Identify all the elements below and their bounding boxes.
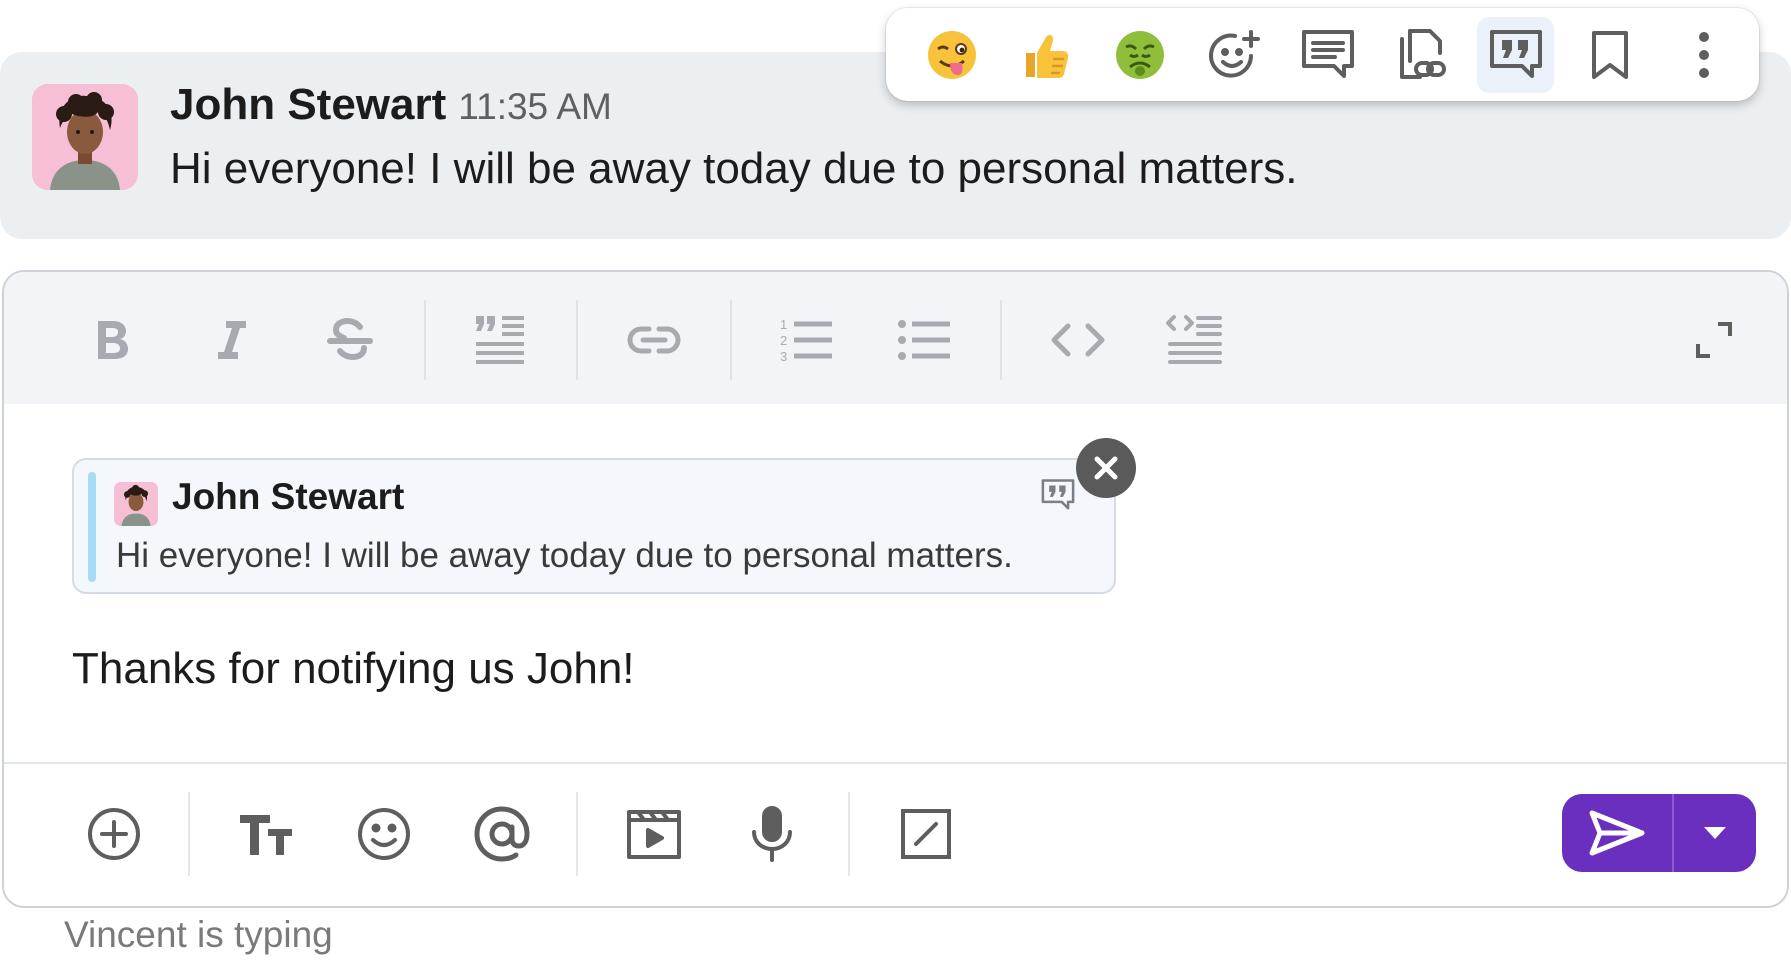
chevron-down-icon <box>1704 827 1726 839</box>
add-reaction-icon <box>1209 29 1261 78</box>
audio-record-button[interactable] <box>740 802 804 866</box>
mention-button[interactable] <box>470 802 534 866</box>
quote-accent-bar <box>88 472 96 582</box>
strikethrough-icon <box>327 317 373 361</box>
quote-text: Hi everyone! I will be away today due to… <box>116 536 1013 575</box>
bulleted-list-icon <box>898 320 950 360</box>
slash-command-icon <box>901 809 951 859</box>
svg-text:2: 2 <box>780 333 787 348</box>
composer-divider <box>4 762 1787 764</box>
link-button[interactable] <box>624 312 684 368</box>
microphone-icon <box>752 806 792 862</box>
thumbs-up-emoji-icon <box>1026 34 1069 78</box>
quoted-message: John Stewart Hi everyone! I will be away… <box>72 458 1116 594</box>
message-header: John Stewart 11:35 AM <box>170 80 612 130</box>
inline-code-button[interactable] <box>1048 312 1108 368</box>
italic-button[interactable] <box>200 312 260 368</box>
toolbar-separator <box>730 300 732 380</box>
smiley-icon <box>358 808 410 860</box>
message-author[interactable]: John Stewart <box>170 80 446 130</box>
link-icon <box>627 326 681 354</box>
video-clip-button[interactable] <box>622 802 686 866</box>
toolbar-separator <box>424 300 426 380</box>
quote-message-button[interactable] <box>1477 16 1555 93</box>
quote-icon <box>1040 478 1076 517</box>
numbered-list-icon: 1 2 3 <box>780 317 832 363</box>
message-timestamp[interactable]: 11:35 AM <box>458 86 612 128</box>
typing-indicator: Vincent is typing <box>64 914 333 955</box>
bookmark-button[interactable] <box>1571 17 1648 93</box>
close-icon <box>1094 456 1118 480</box>
react-winking-tongue-button[interactable] <box>914 17 991 93</box>
toolbar-separator <box>848 792 850 876</box>
text-formatting-button[interactable] <box>234 802 298 866</box>
more-options-button[interactable] <box>1665 17 1742 93</box>
at-sign-icon <box>474 806 530 862</box>
copy-link-button[interactable] <box>1383 17 1460 93</box>
message-actions-bar <box>886 8 1759 101</box>
blockquote-button[interactable] <box>470 312 530 368</box>
expand-composer-button[interactable] <box>1684 312 1744 368</box>
react-sick-face-button[interactable] <box>1102 17 1179 93</box>
send-icon <box>1589 810 1645 856</box>
message-text: Hi everyone! I will be away today due to… <box>170 144 1298 193</box>
emoji-picker-button[interactable] <box>352 802 416 866</box>
slash-command-button[interactable] <box>894 802 958 866</box>
bold-button[interactable] <box>82 312 142 368</box>
quote-author: John Stewart <box>172 476 405 517</box>
toolbar-separator <box>576 792 578 876</box>
more-options-icon <box>1698 31 1709 78</box>
plus-circle-icon <box>88 808 140 860</box>
toolbar-separator <box>1000 300 1002 380</box>
code-block-button[interactable] <box>1164 312 1224 368</box>
svg-text:3: 3 <box>780 349 787 363</box>
sick-face-emoji-icon <box>1116 30 1165 79</box>
italic-icon <box>218 321 246 359</box>
expand-icon <box>1696 322 1732 358</box>
send-options-button[interactable] <box>1674 794 1756 872</box>
svg-text:1: 1 <box>780 317 787 332</box>
text-size-icon <box>240 815 292 855</box>
code-icon <box>1051 323 1105 357</box>
add-reaction-button[interactable] <box>1196 17 1273 93</box>
reply-in-thread-button[interactable] <box>1290 17 1367 93</box>
send-button-group <box>1562 794 1756 872</box>
message-input[interactable]: Thanks for notifying us John! <box>72 644 635 694</box>
author-avatar[interactable] <box>32 84 138 190</box>
blockquote-icon <box>476 316 524 364</box>
winking-tongue-emoji-icon <box>928 30 977 79</box>
bookmark-icon <box>1591 30 1628 79</box>
formatting-toolbar: 1 2 3 <box>4 272 1787 404</box>
send-button[interactable] <box>1562 794 1672 872</box>
code-block-icon <box>1166 315 1222 364</box>
quote-icon <box>1489 29 1542 78</box>
reply-in-thread-icon <box>1302 29 1354 78</box>
numbered-list-button[interactable]: 1 2 3 <box>776 312 836 368</box>
toolbar-separator <box>188 792 190 876</box>
message-composer: 1 2 3 John Stewart Hi everyone! I will b… <box>2 270 1789 908</box>
add-attachment-button[interactable] <box>82 802 146 866</box>
copy-link-icon <box>1399 28 1446 79</box>
bold-icon <box>98 321 128 359</box>
video-clip-icon <box>627 810 681 859</box>
bulleted-list-button[interactable] <box>894 312 954 368</box>
quote-author-avatar <box>114 482 158 526</box>
remove-quote-button[interactable] <box>1076 438 1136 498</box>
toolbar-separator <box>576 300 578 380</box>
react-thumbs-up-button[interactable] <box>1008 17 1085 93</box>
strikethrough-button[interactable] <box>320 312 380 368</box>
